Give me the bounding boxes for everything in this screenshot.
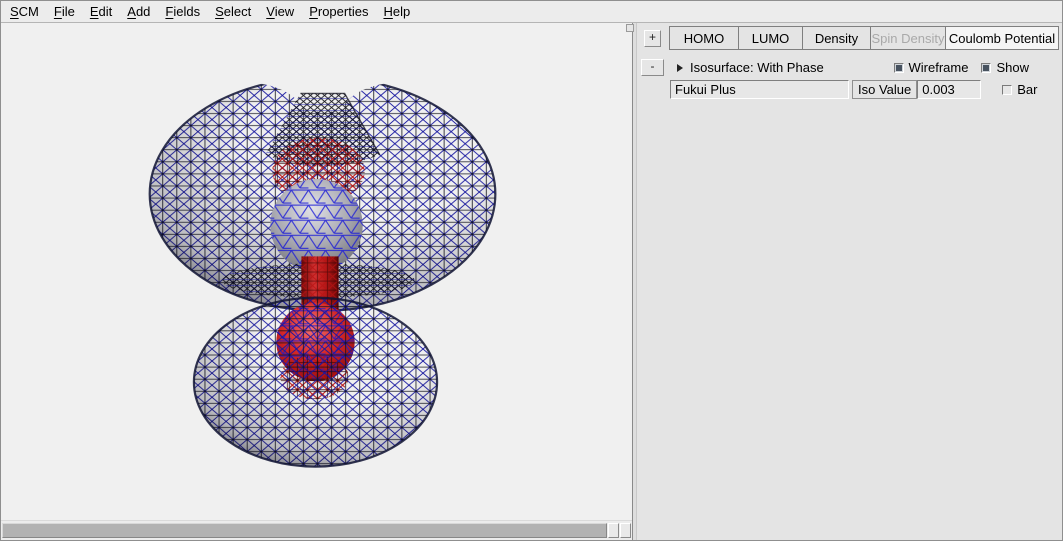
tab-spin-density: Spin Density <box>871 27 946 49</box>
menu-properties[interactable]: Properties <box>302 2 376 22</box>
menu-file[interactable]: File <box>47 2 83 22</box>
field-tab-bar: HOMO LUMO Density Spin Density Coulomb P… <box>669 26 1059 50</box>
wireframe-label: Wireframe <box>909 60 969 75</box>
bar-checkbox[interactable] <box>1002 85 1012 95</box>
right-panel: + HOMO LUMO Density Spin Density Coulomb… <box>637 23 1062 540</box>
menu-fields[interactable]: Fields <box>158 2 208 22</box>
iso-value-label: Iso Value <box>852 80 917 99</box>
iso-value-input[interactable] <box>917 80 981 99</box>
splitter-handle[interactable] <box>626 24 634 32</box>
scrollbar-right-button[interactable] <box>620 523 631 538</box>
menu-help[interactable]: Help <box>376 2 418 22</box>
menu-view[interactable]: View <box>259 2 302 22</box>
menu-bar: SCM File Edit Add Fields Select View Pro… <box>1 1 1062 23</box>
panel-splitter[interactable] <box>632 23 637 540</box>
surface-name-input[interactable] <box>670 80 849 99</box>
remove-field-button[interactable]: - <box>641 59 664 76</box>
viewport-column <box>1 23 632 540</box>
show-checkbox-group: Show <box>981 60 1029 75</box>
bar-checkbox-group: Bar <box>1002 82 1037 97</box>
bar-label: Bar <box>1017 82 1037 97</box>
viewport-3d[interactable] <box>1 23 632 520</box>
menu-scm[interactable]: SCM <box>3 2 47 22</box>
isosurface-title: Isosurface: With Phase <box>690 60 824 75</box>
menu-add[interactable]: Add <box>120 2 158 22</box>
wireframe-checkbox[interactable] <box>894 63 904 73</box>
show-label: Show <box>996 60 1029 75</box>
expand-caret-icon[interactable] <box>677 64 683 72</box>
menu-edit[interactable]: Edit <box>83 2 120 22</box>
tab-row: + HOMO LUMO Density Spin Density Coulomb… <box>644 26 1059 50</box>
isosurface-header-row: - Isosurface: With Phase Wireframe Show <box>644 59 1059 76</box>
show-checkbox[interactable] <box>981 63 991 73</box>
tab-homo[interactable]: HOMO <box>670 27 739 49</box>
add-field-button[interactable]: + <box>644 30 661 47</box>
isosurface-value-row: Iso Value Bar <box>644 80 1059 99</box>
horizontal-scrollbar <box>1 520 632 540</box>
tab-lumo[interactable]: LUMO <box>739 27 803 49</box>
application-window: SCM File Edit Add Fields Select View Pro… <box>0 0 1063 541</box>
molecule-render <box>1 23 632 520</box>
scrollbar-left-button[interactable] <box>608 523 619 538</box>
tab-density[interactable]: Density <box>803 27 871 49</box>
menu-select[interactable]: Select <box>208 2 259 22</box>
wireframe-checkbox-group: Wireframe <box>894 60 969 75</box>
tab-coulomb-potential[interactable]: Coulomb Potential <box>946 27 1058 49</box>
scrollbar-thumb[interactable] <box>2 523 607 538</box>
